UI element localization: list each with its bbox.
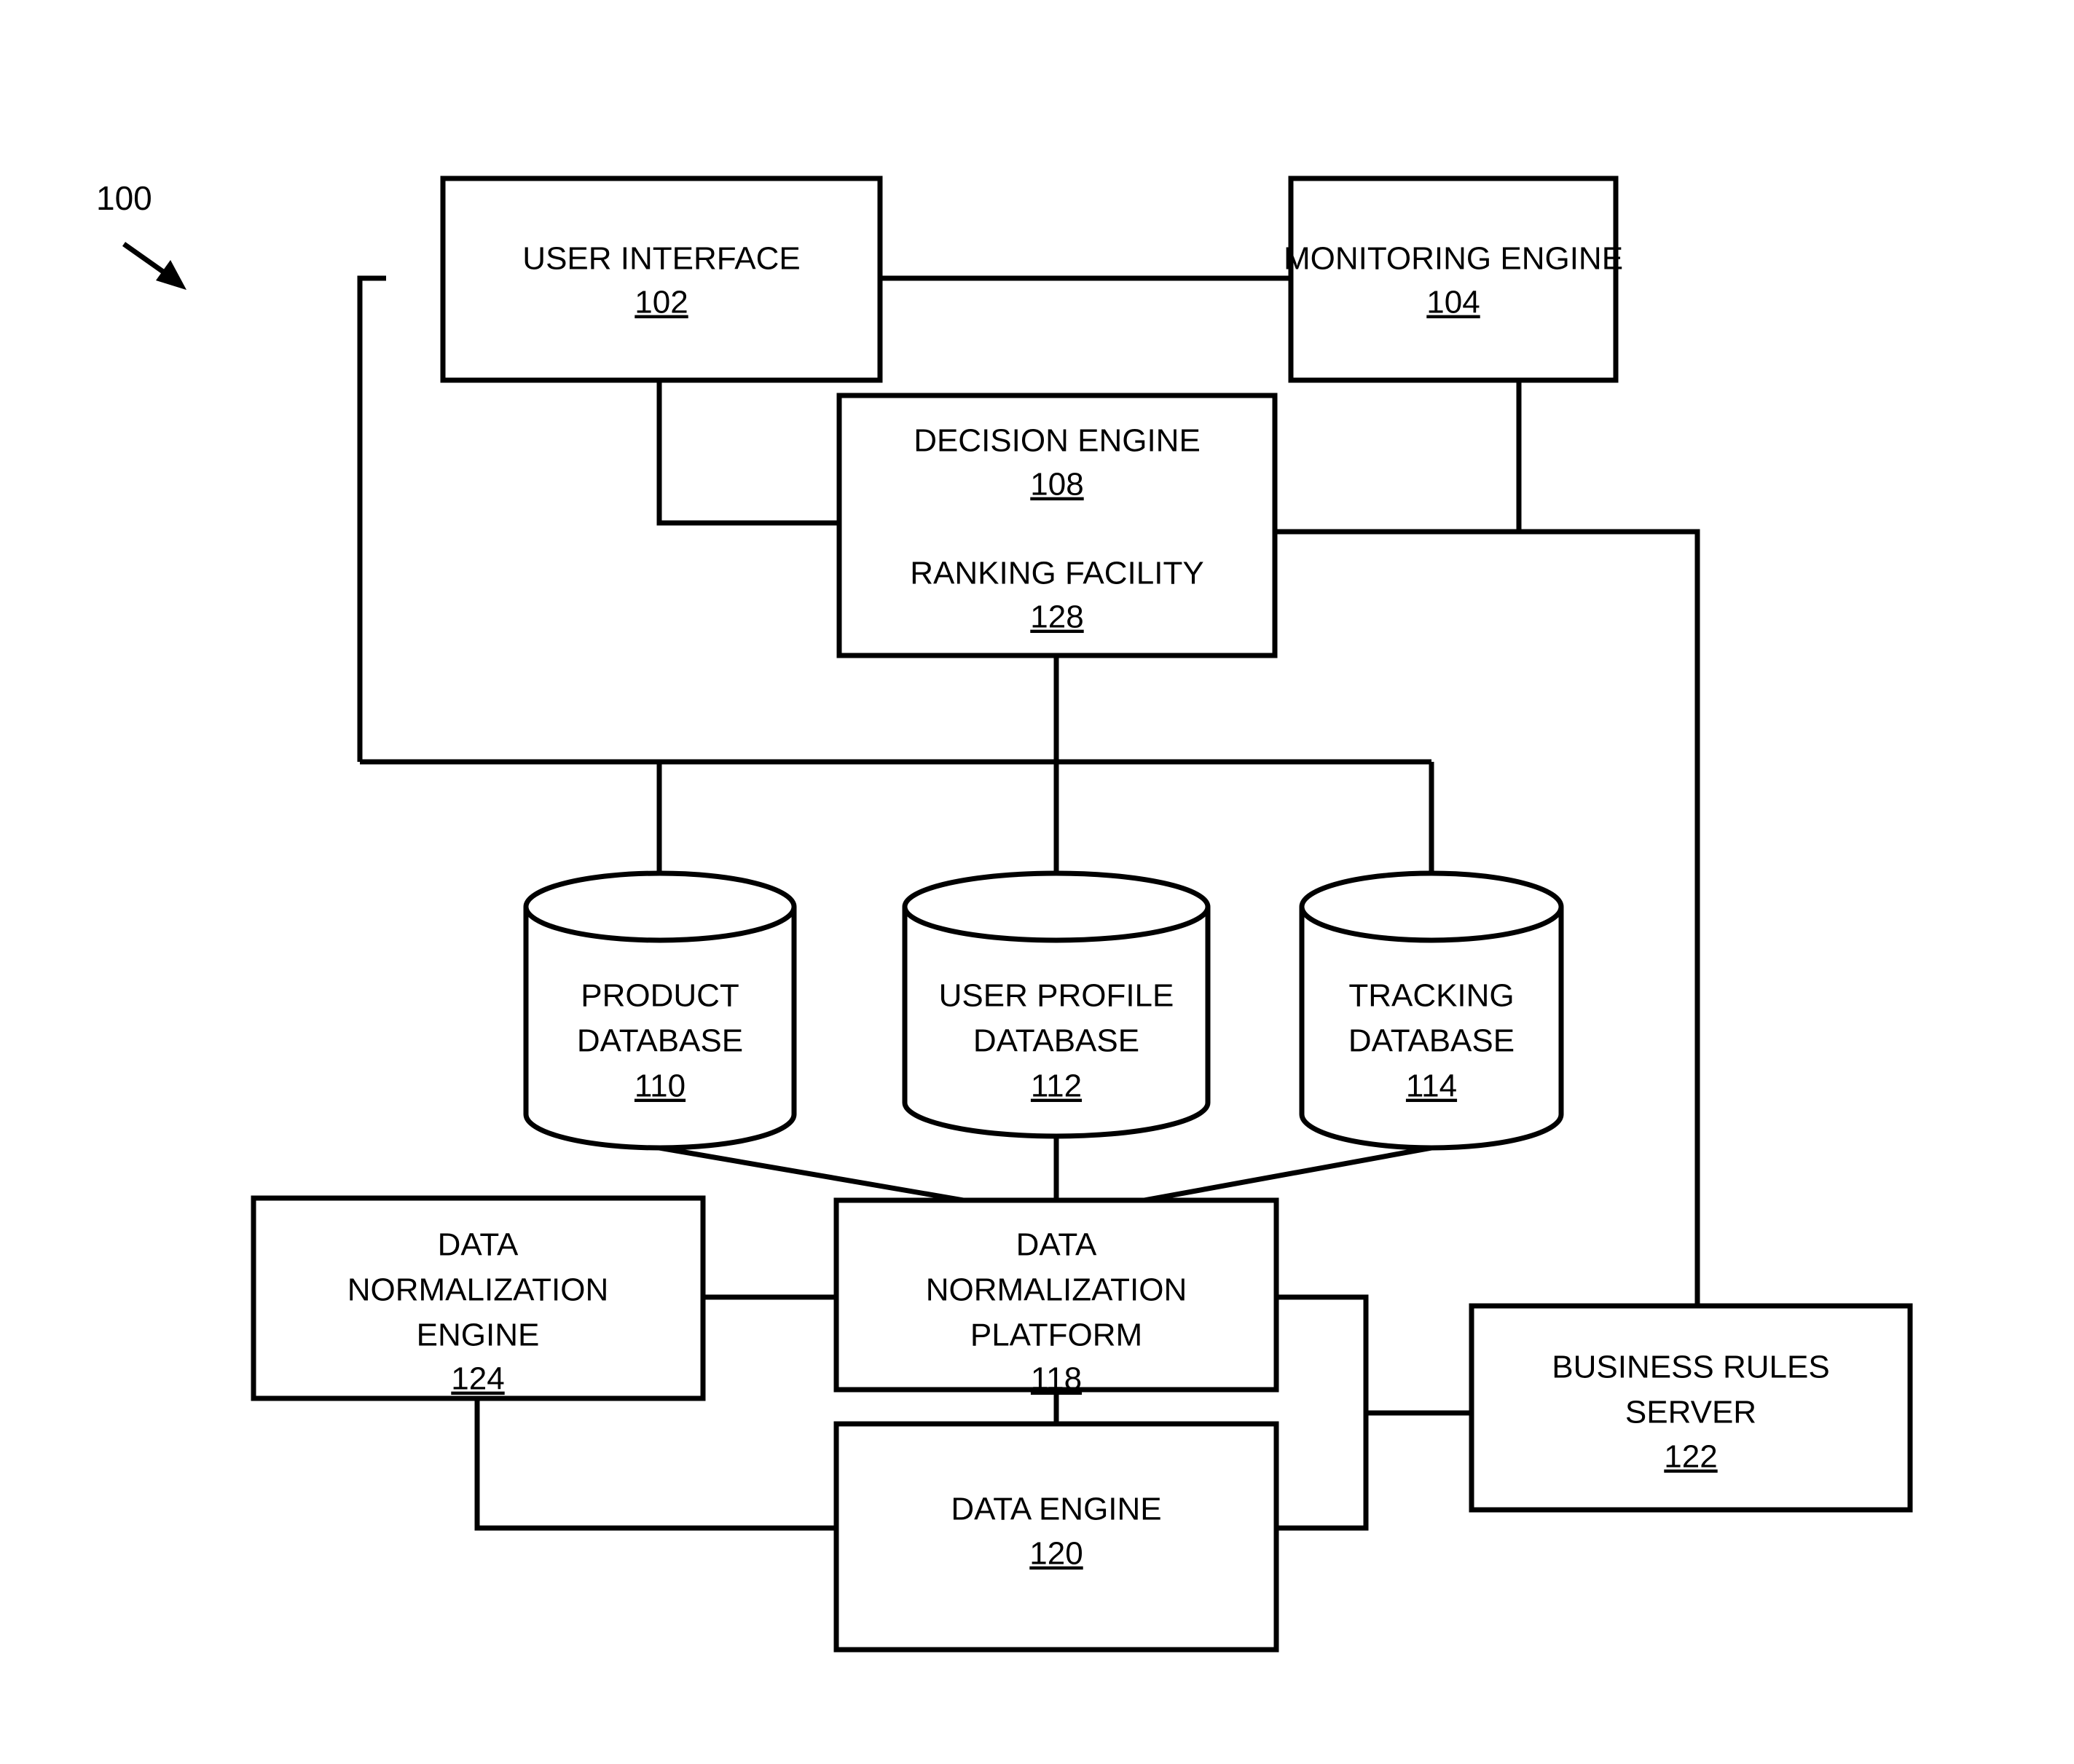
connector-ui-to-decision-engine — [656, 380, 839, 526]
dn-platform-ref: 118 — [1031, 1361, 1082, 1397]
monitoring-engine-box[interactable] — [1288, 176, 1619, 383]
dn-engine-line1: DATA — [438, 1227, 519, 1263]
business-rules-ref: 122 — [1664, 1439, 1717, 1475]
connector-ui-left-to-bus — [357, 275, 386, 762]
data-engine-title: DATA ENGINE — [951, 1492, 1161, 1527]
dn-engine-line3: ENGINE — [417, 1318, 540, 1353]
user-interface-ref: 102 — [635, 285, 688, 320]
node-data-normalization-platform[interactable]: DATA NORMALIZATION PLATFORM 118 — [833, 1197, 1279, 1397]
node-business-rules-server[interactable]: BUSINESS RULES SERVER 122 — [1469, 1303, 1913, 1513]
user-interface-box[interactable] — [440, 176, 883, 383]
user-profile-database-ref: 112 — [1031, 1068, 1082, 1104]
node-user-interface[interactable]: USER INTERFACE 102 — [440, 176, 883, 383]
dn-platform-line2: NORMALIZATION — [926, 1272, 1187, 1308]
node-product-database[interactable]: PRODUCT DATABASE 110 — [523, 870, 797, 1151]
figure-number-label: 100 — [96, 179, 152, 217]
system-block-diagram: 100 USER INTERFACE 102 MONITORING ENGINE… — [96, 176, 1913, 1653]
node-tracking-database[interactable]: TRACKING DATABASE 114 — [1299, 870, 1564, 1151]
node-data-engine[interactable]: DATA ENGINE 120 — [833, 1421, 1279, 1653]
node-user-profile-database[interactable]: USER PROFILE DATABASE 112 — [902, 870, 1211, 1139]
figure-canvas: 100 USER INTERFACE 102 MONITORING ENGINE… — [0, 0, 2074, 1764]
ranking-facility-ref: 128 — [1030, 599, 1083, 635]
node-monitoring-engine[interactable]: MONITORING ENGINE 104 — [1284, 176, 1623, 383]
monitoring-engine-title: MONITORING ENGINE — [1284, 241, 1623, 277]
business-rules-line1: BUSINESS RULES — [1552, 1350, 1829, 1385]
dn-engine-line2: NORMALIZATION — [347, 1272, 609, 1308]
product-database-line2: DATABASE — [577, 1023, 743, 1059]
product-database-cylinder-top — [523, 870, 797, 943]
dn-platform-line3: PLATFORM — [970, 1318, 1142, 1353]
dn-engine-ref: 124 — [451, 1361, 504, 1397]
user-profile-database-line2: DATABASE — [973, 1023, 1139, 1059]
data-engine-ref: 120 — [1029, 1536, 1083, 1572]
user-profile-database-cylinder-top — [902, 870, 1211, 943]
decision-engine-ref: 108 — [1030, 467, 1083, 503]
figure-arrow-head — [156, 260, 186, 290]
monitoring-engine-ref: 104 — [1426, 285, 1480, 320]
product-database-line1: PRODUCT — [581, 978, 739, 1014]
tracking-database-line1: TRACKING — [1348, 978, 1514, 1014]
connector-platform-data-engine-bracket — [1276, 1294, 1369, 1531]
tracking-database-cylinder-top — [1299, 870, 1564, 943]
product-database-ref: 110 — [635, 1068, 686, 1104]
connector-dn-engine-to-data-engine — [474, 1398, 836, 1531]
node-data-normalization-engine[interactable]: DATA NORMALIZATION ENGINE 124 — [251, 1195, 706, 1401]
figure-reference-100: 100 — [96, 179, 186, 290]
business-rules-line2: SERVER — [1625, 1395, 1756, 1430]
node-decision-engine[interactable]: DECISION ENGINE 108 RANKING FACILITY 128 — [836, 393, 1278, 658]
ranking-facility-title: RANKING FACILITY — [910, 556, 1203, 591]
user-profile-database-line1: USER PROFILE — [939, 978, 1174, 1014]
user-interface-title: USER INTERFACE — [522, 241, 800, 277]
decision-engine-title: DECISION ENGINE — [914, 423, 1201, 459]
tracking-database-line2: DATABASE — [1348, 1023, 1515, 1059]
dn-platform-line1: DATA — [1016, 1227, 1097, 1263]
tracking-database-ref: 114 — [1406, 1068, 1457, 1104]
